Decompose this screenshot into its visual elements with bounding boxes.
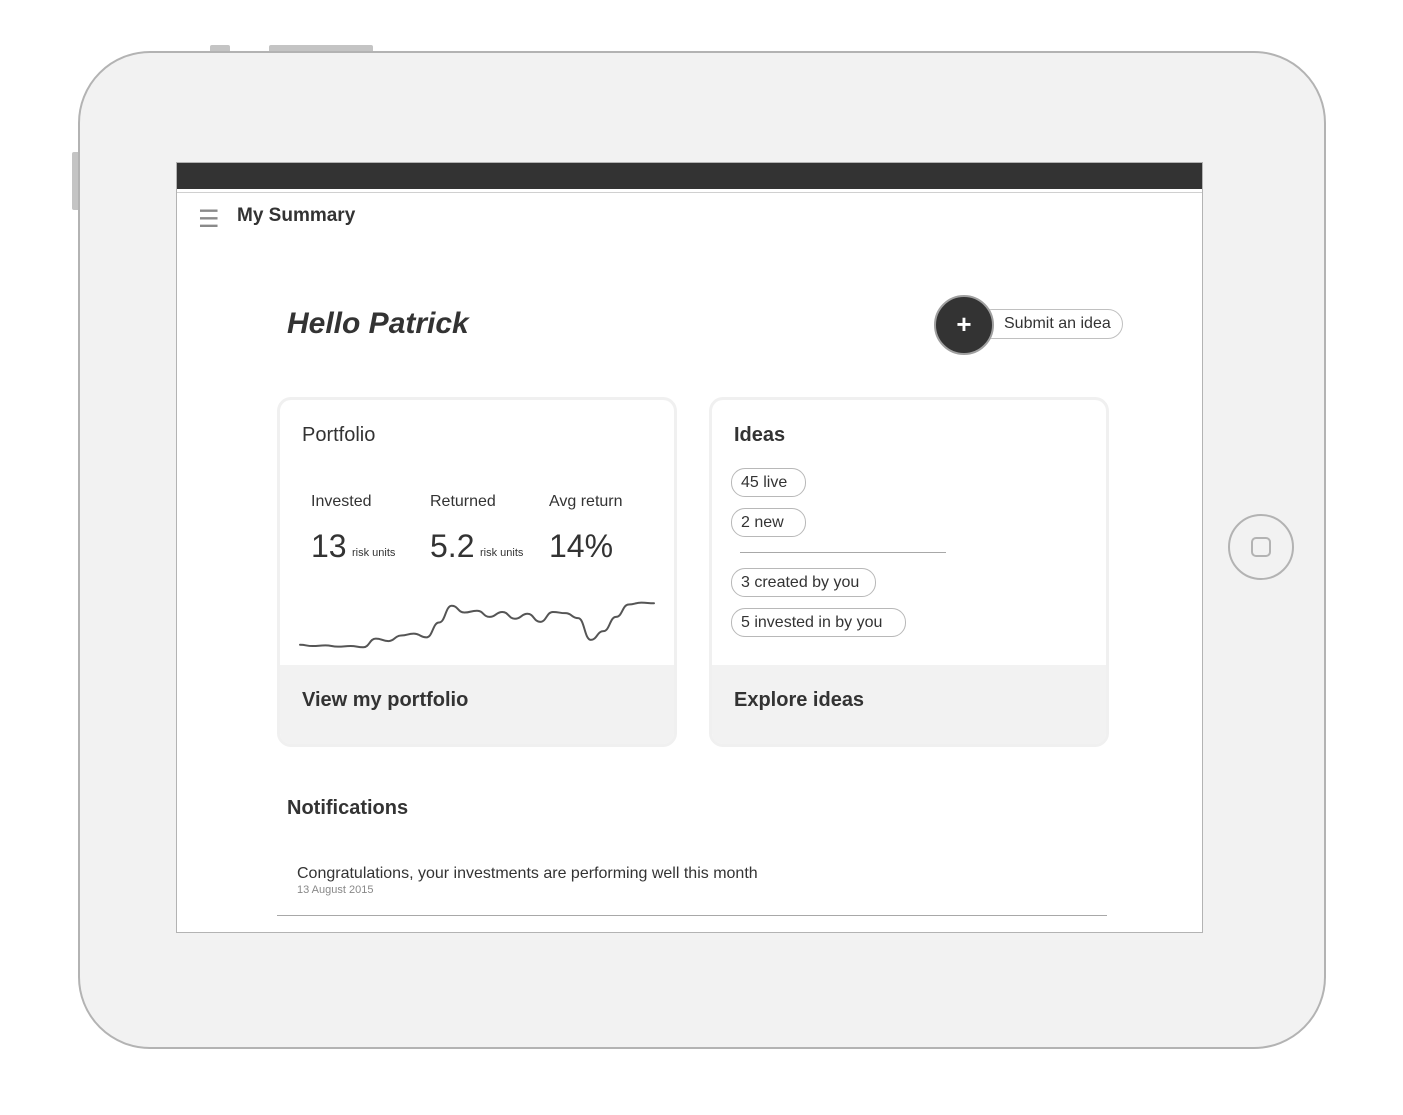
- portfolio-card: Portfolio Invested 13 risk units Returne…: [277, 397, 677, 747]
- plus-icon[interactable]: +: [934, 295, 994, 355]
- home-square-icon: [1251, 537, 1271, 557]
- notification-date: 13 August 2015: [297, 884, 374, 896]
- notification-divider: [277, 915, 1107, 916]
- invested-value: 13: [311, 528, 347, 564]
- ideas-card-title: Ideas: [734, 424, 786, 446]
- ideas-divider: [740, 552, 946, 553]
- avg-return-value: 14%: [549, 528, 614, 564]
- returned-label: Returned: [430, 493, 496, 510]
- home-button[interactable]: [1228, 514, 1294, 580]
- portfolio-card-title: Portfolio: [302, 424, 376, 446]
- ideas-live-chip[interactable]: 45 live: [731, 468, 806, 497]
- notifications-heading: Notifications: [287, 797, 409, 819]
- avg-return-label: Avg return: [549, 493, 623, 510]
- app-screen: ☰ My Summary Hello Patrick Submit an ide…: [176, 162, 1203, 933]
- page-title: My Summary: [237, 205, 356, 226]
- invested-unit: risk units: [352, 547, 396, 559]
- invested-label: Invested: [311, 493, 372, 510]
- greeting-heading: Hello Patrick: [287, 307, 469, 340]
- ideas-new-chip[interactable]: 2 new: [731, 508, 806, 537]
- hamburger-icon[interactable]: ☰: [198, 208, 220, 232]
- returned-unit: risk units: [480, 547, 524, 559]
- portfolio-sparkline: [299, 601, 655, 649]
- notification-text[interactable]: Congratulations, your investments are pe…: [297, 865, 758, 883]
- submit-idea-button[interactable]: Submit an idea: [977, 309, 1123, 339]
- view-portfolio-button[interactable]: View my portfolio: [280, 665, 674, 744]
- explore-ideas-button[interactable]: Explore ideas: [712, 665, 1106, 744]
- view-portfolio-label[interactable]: View my portfolio: [302, 689, 468, 712]
- ideas-invested-chip[interactable]: 5 invested in by you: [731, 608, 906, 637]
- header-divider: [177, 192, 1202, 193]
- submit-idea-label[interactable]: Submit an idea: [1004, 315, 1111, 332]
- status-bar: [177, 163, 1202, 189]
- explore-ideas-label[interactable]: Explore ideas: [734, 689, 864, 712]
- returned-value: 5.2: [430, 528, 475, 564]
- ideas-created-chip[interactable]: 3 created by you: [731, 568, 876, 597]
- ideas-card: Ideas 45 live 2 new 3 created by you 5 i…: [709, 397, 1109, 747]
- sparkline-line: [299, 601, 655, 649]
